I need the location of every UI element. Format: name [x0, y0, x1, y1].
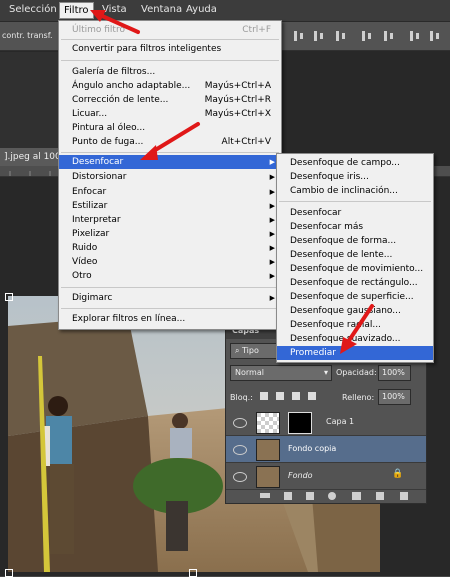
arrow-to-promediar: [346, 304, 374, 344]
arrow-head-desenfocar: [140, 145, 158, 160]
arrow-to-filtro: [98, 13, 140, 34]
arrow-to-desenfocar: [150, 122, 200, 154]
annotation-arrows: [90, 10, 374, 354]
